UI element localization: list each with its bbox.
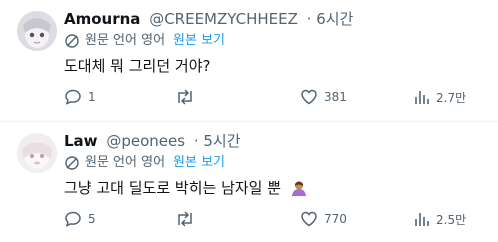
original-language-label: 원문 언어 영어 — [85, 33, 166, 48]
reply-button[interactable]: 1 — [64, 88, 96, 106]
heart-icon — [301, 211, 317, 227]
view-original-link[interactable]: 원본 보기 — [173, 33, 225, 49]
translate-icon — [65, 34, 79, 48]
views-icon — [415, 91, 429, 104]
translate-icon — [65, 156, 79, 170]
retweet-icon — [178, 89, 192, 105]
action-bar: 1 381 2.7만 — [64, 88, 498, 108]
retweet-button[interactable] — [175, 88, 201, 106]
views-button[interactable]: 2.5만 — [414, 210, 466, 228]
retweet-button[interactable] — [175, 210, 201, 228]
view-original-link[interactable]: 원본 보기 — [173, 155, 225, 171]
tweet-header: Law @peonees · 5시간 — [64, 131, 241, 151]
views-button[interactable]: 2.7만 — [414, 88, 466, 106]
view-count: 2.5만 — [436, 212, 467, 227]
tweet-reply-1[interactable]: Amourna @CREEMZYCHHEEZ · 6시간 원문 언어 영어 원본… — [0, 0, 498, 121]
heart-icon — [301, 89, 317, 105]
action-bar: 5 770 2.5만 — [64, 210, 498, 230]
views-icon — [415, 213, 429, 226]
original-language-label: 원문 언어 영어 — [85, 155, 166, 170]
tweet-text-container: 그냥 고대 딜도로 박히는 남자일 뿐 — [64, 178, 308, 202]
like-count: 381 — [324, 90, 347, 104]
tweet-text: 도대체 뭐 그리던 거야? — [64, 57, 211, 75]
tweet-header: Amourna @CREEMZYCHHEEZ · 6시간 — [64, 9, 353, 29]
timestamp[interactable]: · 5시간 — [194, 132, 241, 150]
tweet-text: 그냥 고대 딜도로 박히는 남자일 뿐 — [64, 179, 282, 197]
reply-icon — [65, 89, 81, 105]
reply-button[interactable]: 5 — [64, 210, 96, 228]
timestamp[interactable]: · 6시간 — [307, 10, 354, 28]
reply-count: 5 — [88, 212, 96, 226]
avatar[interactable] — [17, 133, 57, 173]
translation-bar: 원문 언어 영어 원본 보기 — [64, 155, 225, 171]
like-button[interactable]: 770 — [300, 210, 347, 228]
reply-count: 1 — [88, 90, 96, 104]
retweet-icon — [178, 211, 192, 227]
translation-bar: 원문 언어 영어 원본 보기 — [64, 33, 225, 49]
like-button[interactable]: 381 — [300, 88, 347, 106]
reply-icon — [65, 211, 81, 227]
display-name[interactable]: Amourna — [64, 10, 140, 28]
avatar[interactable] — [17, 11, 57, 51]
display-name[interactable]: Law — [64, 132, 98, 150]
handle[interactable]: @CREEMZYCHHEEZ — [149, 10, 298, 28]
handle[interactable]: @peonees — [106, 132, 185, 150]
tweet-reply-2[interactable]: Law @peonees · 5시간 원문 언어 영어 원본 보기 그냥 고대 … — [0, 121, 498, 242]
view-count: 2.7만 — [436, 90, 467, 105]
person-shrugging-emoji-icon — [290, 179, 308, 202]
like-count: 770 — [324, 212, 347, 226]
